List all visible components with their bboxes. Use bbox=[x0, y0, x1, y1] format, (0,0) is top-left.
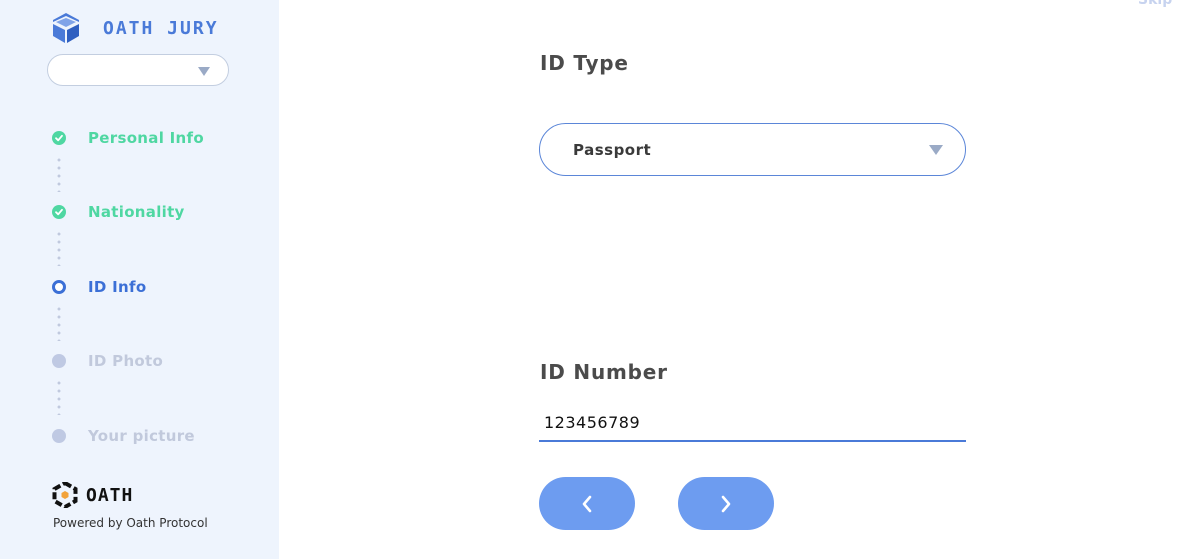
step-connector bbox=[57, 305, 61, 341]
oath-brand: OATH bbox=[52, 482, 133, 508]
pending-step-dot-icon bbox=[52, 429, 66, 443]
chevron-left-icon bbox=[582, 495, 592, 512]
step-label: ID Photo bbox=[88, 352, 164, 370]
step-label: Nationality bbox=[88, 203, 185, 221]
brand-name: OATH JURY bbox=[103, 17, 219, 39]
step-connector bbox=[57, 379, 61, 415]
brand: OATH JURY bbox=[50, 11, 219, 45]
language-select[interactable] bbox=[47, 54, 229, 86]
sidebar: OATH JURY Personal Info Nationality ID I… bbox=[0, 0, 279, 559]
id-number-label: ID Number bbox=[540, 360, 668, 384]
powered-by-text: Powered by Oath Protocol bbox=[53, 516, 208, 530]
step-label: Your picture bbox=[88, 427, 195, 445]
skip-link[interactable]: Skip bbox=[1138, 0, 1172, 8]
step-personal-info: Personal Info bbox=[52, 128, 204, 148]
cube-logo-icon bbox=[53, 13, 79, 43]
step-connector bbox=[57, 230, 61, 266]
check-circle-icon bbox=[52, 131, 66, 145]
id-number-input[interactable] bbox=[539, 404, 966, 442]
step-id-info: ID Info bbox=[52, 277, 146, 297]
next-button[interactable] bbox=[678, 477, 774, 530]
id-type-value: Passport bbox=[573, 141, 652, 159]
oath-logo-text: OATH bbox=[86, 484, 134, 506]
step-label: ID Info bbox=[88, 278, 147, 296]
step-your-picture: Your picture bbox=[52, 426, 195, 446]
caret-down-icon bbox=[929, 145, 943, 155]
check-circle-icon bbox=[52, 205, 66, 219]
id-type-select[interactable]: Passport bbox=[539, 123, 966, 176]
pending-step-dot-icon bbox=[52, 354, 66, 368]
current-step-ring-icon bbox=[52, 280, 66, 294]
step-connector bbox=[57, 156, 61, 192]
step-id-photo: ID Photo bbox=[52, 351, 163, 371]
caret-down-icon bbox=[198, 67, 210, 76]
id-type-label: ID Type bbox=[540, 51, 629, 75]
back-button[interactable] bbox=[539, 477, 635, 530]
step-nationality: Nationality bbox=[52, 202, 184, 222]
step-label: Personal Info bbox=[88, 129, 204, 147]
oath-hexagon-logo-icon bbox=[52, 482, 78, 508]
chevron-right-icon bbox=[721, 495, 731, 512]
